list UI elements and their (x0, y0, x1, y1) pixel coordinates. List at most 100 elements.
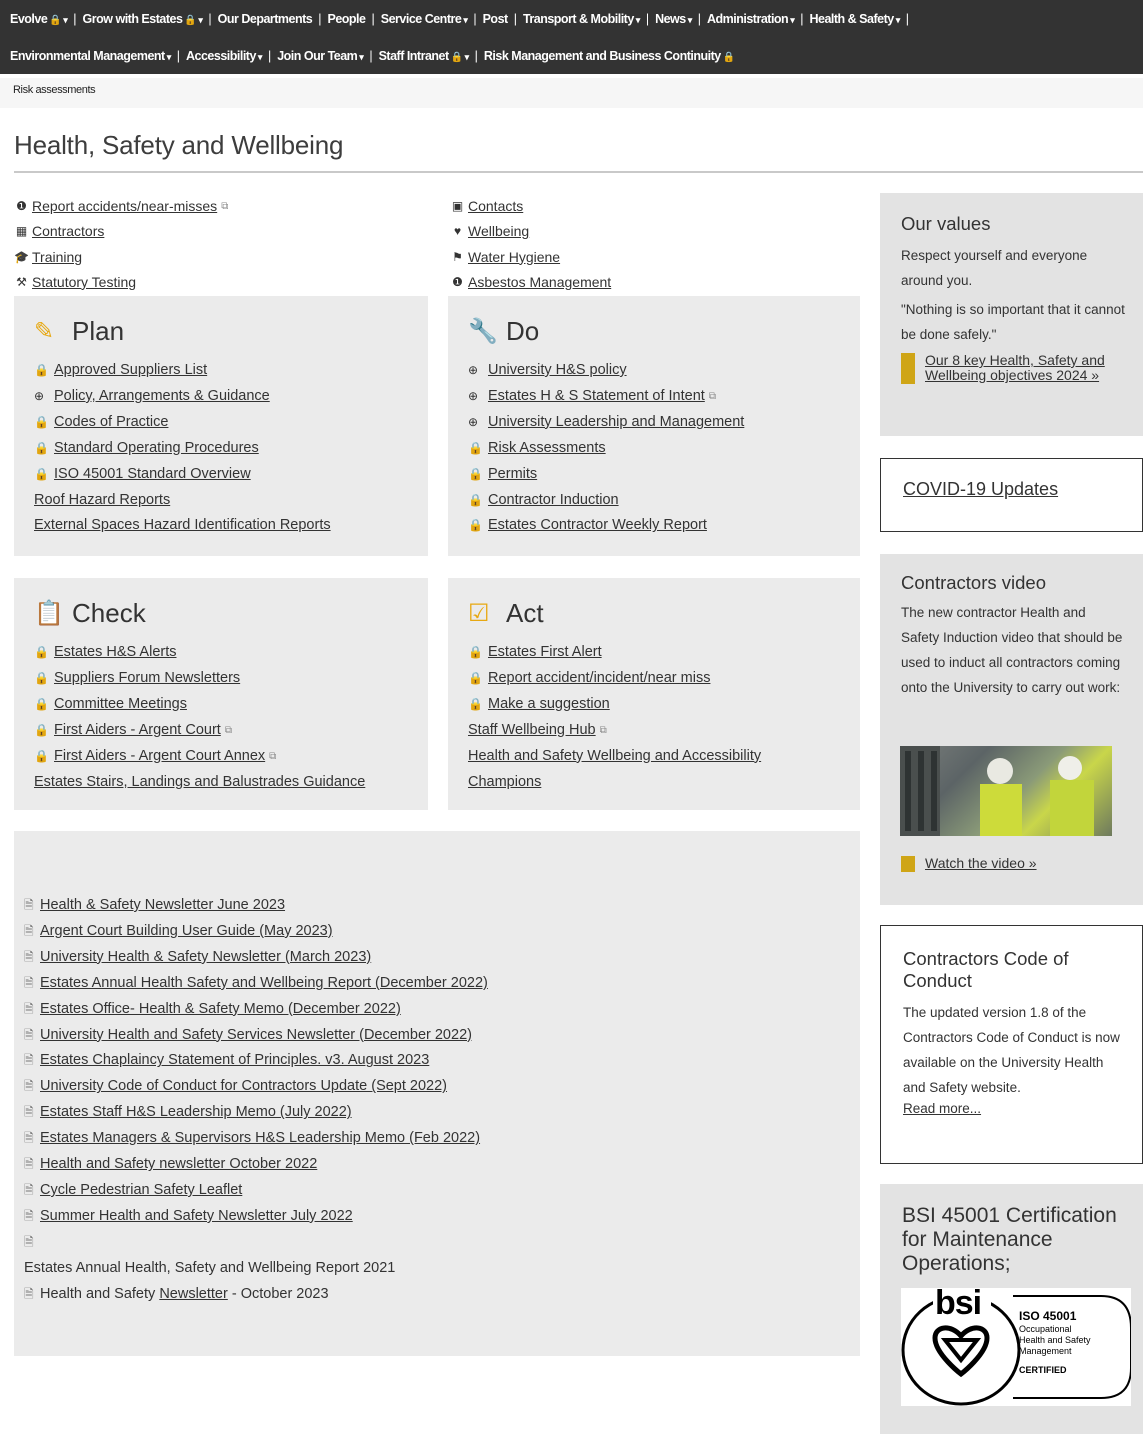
nav-item-grow-with-estates[interactable]: Grow with Estates 🔒 ▾ (83, 12, 203, 26)
panel-link[interactable]: Report accident/incident/near miss (488, 666, 710, 692)
panel-link[interactable]: Make a suggestion (488, 692, 610, 718)
nav-item-accessibility[interactable]: Accessibility ▾ (186, 49, 262, 63)
nav-item-our-departments[interactable]: Our Departments (218, 12, 313, 26)
quicklink-asbestos-management[interactable]: Asbestos Management (468, 270, 611, 295)
nav-item-health-safety[interactable]: Health & Safety ▾ (809, 12, 900, 26)
panel-link[interactable]: Champions (468, 770, 541, 796)
newsletter-link[interactable]: Argent Court Building User Guide (May 20… (40, 919, 333, 945)
breadcrumb: Risk assessments (0, 78, 1143, 108)
nav-item-environmental-management[interactable]: Environmental Management ▾ (10, 49, 171, 63)
panel-link[interactable]: Health and Safety Wellbeing and Accessib… (468, 744, 761, 770)
nav-separator: | (800, 11, 804, 26)
panel-link[interactable]: Approved Suppliers List (54, 358, 207, 384)
newsletter-item: 🗎 Summer Health and Safety Newsletter Jul… (24, 1204, 488, 1230)
panel-link[interactable]: Staff Wellbeing Hub (468, 718, 596, 744)
external-link-icon: ⧉ (221, 201, 229, 212)
panel-link[interactable]: First Aiders - Argent Court Annex (54, 744, 265, 770)
watch-video-link[interactable]: Watch the video » (925, 856, 1037, 871)
external-link-icon: ⧉ (269, 750, 277, 762)
video-thumbnail[interactable] (900, 746, 1112, 836)
panel-link[interactable]: Policy, Arrangements & Guidance (54, 384, 270, 410)
newsletter-link[interactable]: Estates Annual Health Safety and Wellbei… (40, 971, 488, 997)
checkbox-icon: ☑ (468, 600, 490, 627)
panel-link[interactable]: Estates H&S Alerts (54, 640, 177, 666)
values-title: Our values (901, 213, 991, 234)
nav-item-people[interactable]: People (328, 12, 367, 26)
nav-item-join-our-team[interactable]: Join Our Team ▾ (277, 49, 364, 63)
video-text: The new contractor Health and Safety Ind… (901, 605, 1123, 695)
quicklink-contractors[interactable]: Contractors (32, 219, 104, 244)
panel-link[interactable]: Estates Stairs, Landings and Balustrades… (34, 770, 365, 796)
nav-item-staff-intranet[interactable]: Staff Intranet 🔒 ▾ (379, 49, 470, 63)
document-icon: 🗎 (24, 1286, 34, 1301)
nav-item-label: News (655, 11, 686, 26)
nav-item-evolve[interactable]: Evolve 🔒 ▾ (10, 12, 68, 26)
newsletter-link[interactable]: Health & Safety Newsletter June 2023 (40, 893, 285, 919)
lock-icon: 🔒 (34, 414, 49, 429)
newsletter-link[interactable]: Estates Staff H&S Leadership Memo (July … (40, 1100, 352, 1126)
list-item: 🔒 Estates H&S Alerts (34, 640, 365, 666)
nav-item-news[interactable]: News ▾ (655, 12, 692, 26)
nav-item-label: Transport & Mobility (522, 11, 634, 26)
lock-icon: 🔒 (184, 14, 197, 26)
read-more-link[interactable]: Read more... (903, 1101, 981, 1116)
newsletter-link[interactable]: Cycle Pedestrian Safety Leaflet (40, 1178, 242, 1204)
panel-link[interactable]: Committee Meetings (54, 692, 187, 718)
nav-item-risk-management-and-business-continuity[interactable]: Risk Management and Business Continuity 🔒 (484, 49, 735, 63)
external-link-icon: ⧉ (599, 724, 607, 736)
nav-item-transport-mobility[interactable]: Transport & Mobility ▾ (523, 12, 640, 26)
panel-link[interactable]: Contractor Induction (488, 488, 619, 514)
plan-panel: ✎ Plan 🔒 Approved Suppliers List ⊕ Policy, A… (14, 296, 428, 556)
panel-link[interactable]: Permits (488, 462, 537, 488)
breadcrumb-item[interactable]: Risk assessments (13, 84, 96, 96)
quicklink-report-accidents-near-misses[interactable]: Report accidents/near-misses (32, 194, 217, 219)
nav-separator: | (473, 11, 477, 26)
do-list: ⊕ University H&S policy ⊕ Estates H & S Sta… (468, 358, 744, 539)
newsletter-item: 🗎 Health and Safety Newsletter - October … (24, 1282, 488, 1308)
panel-link[interactable]: Estates First Alert (488, 640, 602, 666)
panel-link[interactable]: ISO 45001 Standard Overview (54, 462, 251, 488)
nav-item-service-centre[interactable]: Service Centre ▾ (381, 12, 468, 26)
list-item: Staff Wellbeing Hub ⧉ (468, 718, 761, 744)
panel-link[interactable]: Estates Contractor Weekly Report (488, 513, 707, 539)
nav-item-label: Accessibility (185, 48, 256, 63)
quicklink-statutory-testing[interactable]: Statutory Testing (32, 270, 136, 295)
code-of-conduct-box: Contractors Code of Conduct The updated … (880, 925, 1143, 1164)
covid-box: COVID-19 Updates (880, 458, 1143, 532)
panel-link[interactable]: Standard Operating Procedures (54, 436, 259, 462)
quicklink-wellbeing[interactable]: Wellbeing (468, 219, 529, 244)
wrench-icon: ⚒ (16, 274, 27, 289)
quicklink-training[interactable]: Training (32, 245, 82, 270)
panel-link[interactable]: External Spaces Hazard Identification Re… (34, 513, 331, 539)
newsletter-link[interactable]: Health and Safety newsletter October 202… (40, 1152, 317, 1178)
nav-item-post[interactable]: Post (483, 12, 509, 26)
newsletter-item: 🗎 University Code of Conduct for Contract… (24, 1074, 488, 1100)
covid-updates-link[interactable]: COVID-19 Updates (903, 479, 1058, 499)
panel-link[interactable]: University Leadership and Management (488, 410, 744, 436)
lock-icon: 🔒 (34, 363, 49, 377)
newsletter-link[interactable]: University Code of Conduct for Contracto… (40, 1074, 447, 1100)
list-item: Champions (468, 770, 761, 796)
panel-link[interactable]: Risk Assessments (488, 436, 606, 462)
nav-item-administration[interactable]: Administration ▾ (707, 12, 795, 26)
cert-line: Management (1019, 1346, 1072, 1356)
newsletter-link[interactable]: Summer Health and Safety Newsletter July… (40, 1204, 353, 1230)
quicklink-contacts[interactable]: Contacts (468, 194, 523, 219)
newsletter-link[interactable]: University Health & Safety Newsletter (M… (40, 945, 371, 971)
panel-link[interactable]: Estates H & S Statement of Intent (488, 384, 705, 410)
newsletter-link[interactable]: Newsletter (159, 1282, 228, 1308)
cert-line: ISO 45001 (1019, 1309, 1077, 1323)
panel-link[interactable]: First Aiders - Argent Court (54, 718, 221, 744)
newsletter-link[interactable]: University Health and Safety Services Ne… (40, 1023, 472, 1049)
newsletter-link[interactable]: Estates Chaplaincy Statement of Principl… (40, 1048, 429, 1074)
objectives-link[interactable]: Our 8 key Health, Safety and Wellbeing o… (925, 353, 1130, 383)
panel-link[interactable]: University H&S policy (488, 358, 627, 384)
panel-link[interactable]: Roof Hazard Reports (34, 488, 170, 514)
quicklinks-right: ▣ Contacts ♥ Wellbeing ⚑ Water Hygiene ❶ Asbest… (450, 194, 611, 295)
panel-link[interactable]: Codes of Practice (54, 410, 168, 436)
panel-link[interactable]: Suppliers Forum Newsletters (54, 666, 240, 692)
newsletter-link[interactable]: Estates Office- Health & Safety Memo (De… (40, 997, 401, 1023)
quicklink-water-hygiene[interactable]: Water Hygiene (468, 245, 560, 270)
newsletter-link[interactable]: Estates Managers & Supervisors H&S Leade… (40, 1126, 480, 1152)
lock-icon: 🔒 (34, 466, 49, 481)
